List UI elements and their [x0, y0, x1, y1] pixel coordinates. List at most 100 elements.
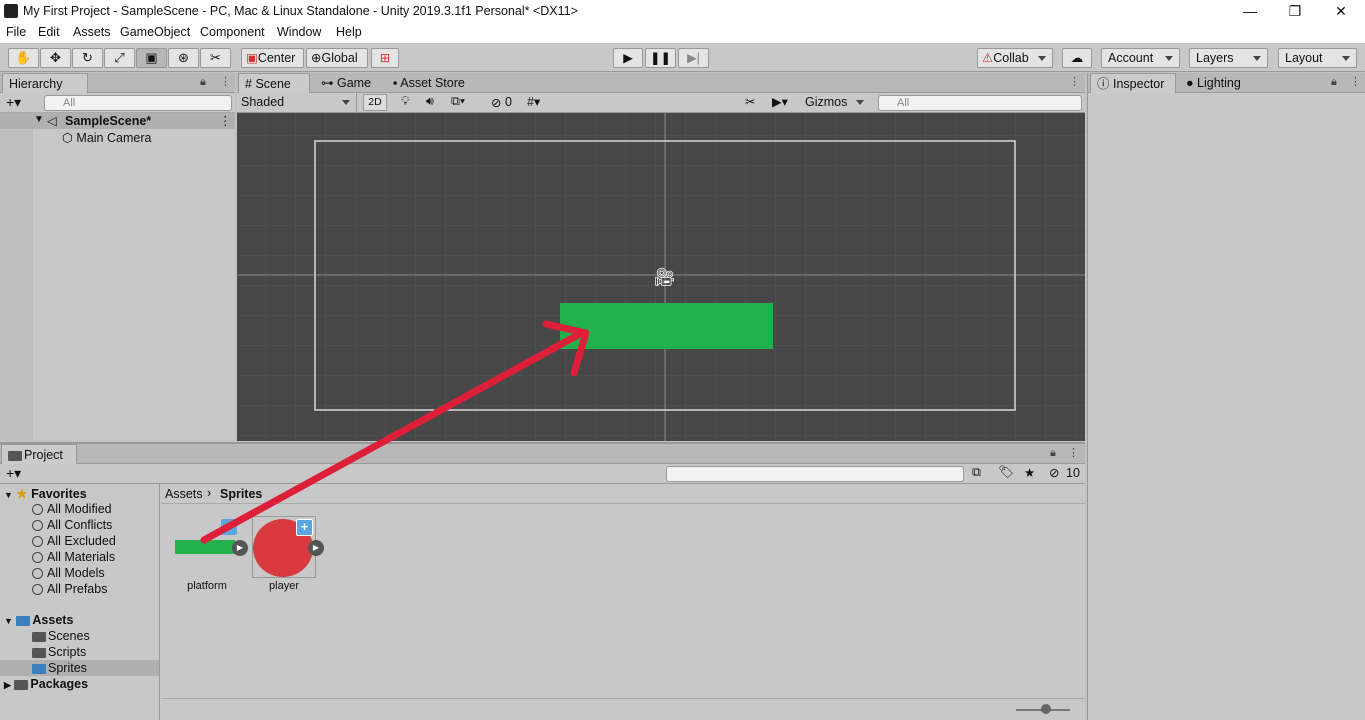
menu-edit[interactable]: Edit: [38, 25, 60, 39]
rotate-tool-icon[interactable]: ↻: [72, 48, 103, 68]
asset-platform[interactable]: ▶ platform: [174, 516, 248, 600]
tab-hierarchy[interactable]: Hierarchy: [2, 73, 88, 93]
camera-gizmo-icon[interactable]: 🎥︎: [653, 267, 676, 287]
minimize-button[interactable]: —: [1240, 2, 1260, 20]
layout-dropdown[interactable]: Layout: [1278, 48, 1357, 68]
packages-node[interactable]: ▶ Packages: [4, 677, 88, 691]
transform-tool-icon[interactable]: ⊛: [168, 48, 199, 68]
audio-icon[interactable]: 🔊︎: [426, 94, 434, 109]
bulb-icon: ●: [1186, 76, 1194, 90]
cloud-icon[interactable]: ☁: [1062, 48, 1092, 68]
pivot-toggle[interactable]: ▣Center: [241, 48, 304, 68]
layers-dropdown[interactable]: Layers: [1189, 48, 1268, 68]
scene-menu-icon[interactable]: ⋮: [219, 113, 232, 128]
folder-icon: [32, 647, 46, 658]
hand-tool-icon[interactable]: ✋: [8, 48, 39, 68]
assets-folder-icon: [16, 615, 31, 626]
favorites-node[interactable]: ▼ ★ Favorites: [4, 486, 87, 501]
pivot-icon: ▣: [246, 51, 258, 65]
expand-play-icon[interactable]: ▶: [232, 540, 248, 556]
favorite-item[interactable]: All Materials: [32, 550, 115, 564]
scene-viewport[interactable]: 🎥︎: [237, 113, 1085, 441]
search-icon: [32, 520, 43, 532]
title-bar: My First Project - SampleScene - PC, Mac…: [0, 0, 1365, 23]
menu-component[interactable]: Component: [200, 25, 265, 39]
favorite-item[interactable]: All Models: [32, 566, 105, 580]
play-button[interactable]: ▶: [613, 48, 643, 68]
platform-sprite[interactable]: [560, 303, 773, 349]
lock-icon[interactable]: 🔒︎: [200, 76, 206, 89]
gizmos-dropdown[interactable]: Gizmos: [802, 93, 870, 112]
expand-arrow-icon[interactable]: ▼: [34, 114, 44, 125]
tab-lighting[interactable]: ● Lighting: [1180, 73, 1266, 93]
panel-menu-icon[interactable]: ⋮: [1350, 75, 1361, 88]
favorite-item[interactable]: All Conflicts: [32, 518, 112, 532]
info-icon: ⓘ: [1097, 77, 1110, 91]
tab-asset-store[interactable]: ▪ Asset Store: [387, 73, 497, 93]
menu-window[interactable]: Window: [277, 25, 321, 39]
custom-tool-icon[interactable]: ✂: [200, 48, 231, 68]
collab-dropdown[interactable]: ⚠Collab: [977, 48, 1053, 68]
snap-icon[interactable]: ⊞: [371, 48, 399, 68]
lock-icon[interactable]: 🔒︎: [1050, 447, 1056, 460]
project-search-input[interactable]: [666, 466, 964, 482]
search-by-label-icon[interactable]: 🏷︎: [998, 465, 1014, 480]
menu-assets[interactable]: Assets: [73, 25, 111, 39]
hierarchy-search-input[interactable]: All: [44, 95, 232, 111]
hidden-packages-icon[interactable]: ⊘: [1049, 465, 1059, 480]
account-dropdown[interactable]: Account: [1101, 48, 1180, 68]
close-button[interactable]: ✕: [1331, 2, 1351, 20]
lighting-bulb-icon[interactable]: 💡︎: [401, 94, 410, 109]
asset-player[interactable]: + ▶ player: [252, 516, 324, 600]
tab-scene[interactable]: # Scene: [238, 73, 310, 93]
panel-menu-icon[interactable]: ⋮: [1069, 75, 1080, 88]
folder-icon: [32, 631, 46, 642]
panel-menu-icon[interactable]: ⋮: [220, 75, 231, 88]
rect-tool-icon[interactable]: ▣: [136, 48, 167, 68]
favorite-star-icon[interactable]: ★: [1024, 465, 1035, 480]
effects-icon[interactable]: ⧉▾: [451, 94, 465, 109]
scene-search-input[interactable]: All: [878, 95, 1082, 111]
hidden-objects-icon[interactable]: ⊘: [491, 95, 501, 110]
gamepad-icon: ⊶: [321, 76, 334, 90]
breadcrumb-sprites[interactable]: Sprites: [220, 487, 262, 501]
space-toggle[interactable]: ⊕Global: [306, 48, 368, 68]
favorite-item[interactable]: All Excluded: [32, 534, 116, 548]
folder-scripts[interactable]: Scripts: [32, 645, 86, 659]
pause-button[interactable]: ❚❚: [645, 48, 676, 68]
assets-node[interactable]: ▼ Assets: [4, 613, 73, 627]
scene-row[interactable]: ▼ ◁ SampleScene* ⋮: [0, 113, 235, 129]
step-button[interactable]: ▶|: [678, 48, 709, 68]
menu-gameobject[interactable]: GameObject: [120, 25, 190, 39]
favorite-item[interactable]: All Modified: [32, 502, 112, 516]
search-by-type-icon[interactable]: ⧉: [972, 465, 981, 480]
globe-icon: ⊕: [311, 51, 322, 65]
camera-icon[interactable]: ▶▾: [772, 94, 788, 109]
breadcrumb-assets[interactable]: Assets: [165, 487, 203, 501]
expand-play-icon[interactable]: ▶: [308, 540, 324, 556]
create-plus-icon[interactable]: +▾: [6, 94, 21, 111]
tab-game[interactable]: ⊶ Game: [315, 73, 385, 93]
hierarchy-item-main-camera[interactable]: ⬡ Main Camera: [62, 130, 151, 145]
tab-inspector[interactable]: ⓘ Inspector: [1090, 73, 1176, 93]
move-tool-icon[interactable]: ✥: [40, 48, 71, 68]
lock-icon[interactable]: 🔒︎: [1331, 76, 1337, 89]
create-plus-icon[interactable]: +▾: [6, 465, 21, 482]
restore-button[interactable]: ❐: [1285, 2, 1305, 20]
inspector-panel: ⓘ Inspector ● Lighting 🔒︎ ⋮: [1087, 73, 1365, 720]
folder-scenes[interactable]: Scenes: [32, 629, 90, 643]
folder-sprites[interactable]: Sprites: [32, 661, 87, 675]
tab-project[interactable]: Project: [1, 444, 77, 464]
zoom-slider-handle[interactable]: [1041, 704, 1051, 714]
grid-snap-icon[interactable]: #▾: [527, 94, 540, 109]
panel-menu-icon[interactable]: ⋮: [1068, 446, 1079, 459]
tools-icon[interactable]: ✂: [745, 94, 755, 109]
menu-file[interactable]: File: [6, 25, 26, 39]
favorite-item[interactable]: All Prefabs: [32, 582, 107, 596]
asset-label: platform: [187, 580, 227, 592]
shading-mode-dropdown[interactable]: Shaded: [237, 93, 357, 112]
hierarchy-panel: Hierarchy 🔒︎ ⋮ +▾ All ▼ ◁ SampleScene* ⋮…: [0, 73, 235, 440]
menu-help[interactable]: Help: [336, 25, 362, 39]
scale-tool-icon[interactable]: ⤢: [104, 48, 135, 68]
2d-toggle[interactable]: 2D: [363, 94, 387, 111]
